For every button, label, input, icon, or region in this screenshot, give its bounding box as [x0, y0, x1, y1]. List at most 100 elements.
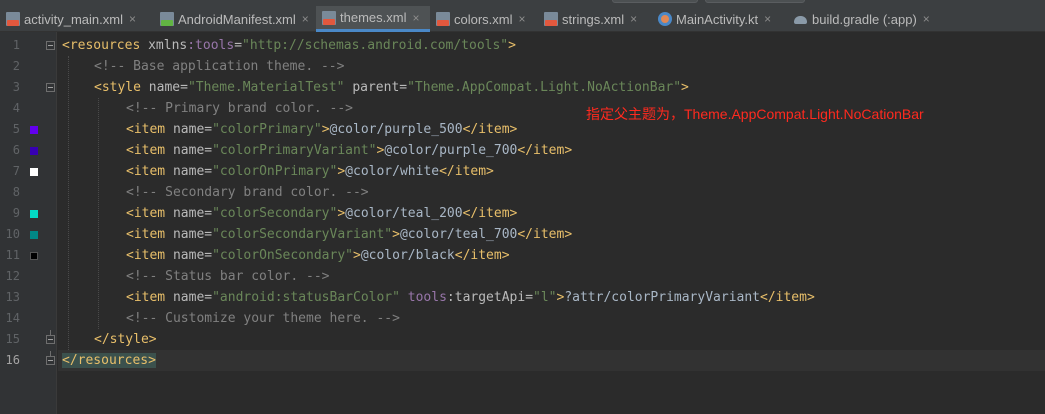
code-token: "colorPrimary"	[212, 122, 322, 137]
code-token: <style	[94, 80, 149, 95]
code-token: >	[321, 122, 330, 137]
code-line[interactable]: <resources xmlns:tools="http://schemas.a…	[58, 35, 1045, 56]
line-number: 4	[12, 101, 20, 115]
tab-activity-main-xml[interactable]: activity_main.xml ×	[0, 6, 154, 32]
code-token: :targetApi=	[446, 290, 534, 305]
line-number: 13	[5, 290, 20, 304]
color-swatch-icon[interactable]	[30, 168, 38, 176]
color-swatch-icon[interactable]	[30, 231, 38, 239]
toolbar-button-fragment[interactable]	[612, 0, 698, 3]
tab-main-activity-kt[interactable]: MainActivity.kt ×	[652, 6, 788, 32]
code-token: =	[234, 38, 243, 53]
xml-file-icon	[6, 12, 20, 26]
color-swatch-icon[interactable]	[30, 210, 38, 218]
line-number: 7	[12, 164, 20, 178]
code-token: "colorOnPrimary"	[212, 164, 338, 179]
code-token: name=	[172, 290, 213, 305]
line-number: 2	[12, 59, 20, 73]
line-number: 12	[5, 269, 20, 283]
close-icon[interactable]: ×	[764, 12, 771, 26]
code-token: @color/teal_200	[345, 206, 463, 221]
tab-label: colors.xml	[454, 11, 513, 27]
code-token: >	[392, 227, 400, 242]
tab-label: AndroidManifest.xml	[178, 11, 296, 27]
code-token: name=	[148, 80, 188, 95]
close-icon[interactable]: ×	[412, 11, 419, 25]
xml-file-icon	[544, 12, 558, 26]
code-token: <!-- Customize your theme here. -->	[126, 311, 400, 326]
code-line[interactable]: <item name="colorPrimaryVariant">@color/…	[58, 140, 1045, 161]
code-token: "colorPrimaryVariant"	[212, 143, 377, 158]
code-token: <!-- Secondary brand color. -->	[126, 185, 369, 200]
tab-colors-xml[interactable]: colors.xml ×	[430, 6, 538, 32]
code-token: <!-- Primary brand color. -->	[126, 101, 353, 116]
code-token: </style>	[94, 332, 157, 347]
tab-strings-xml[interactable]: strings.xml ×	[538, 6, 652, 32]
code-line[interactable]: </style>	[58, 329, 1045, 350]
tab-label: strings.xml	[562, 11, 625, 27]
code-line[interactable]: </resources>	[58, 350, 1045, 371]
tab-android-manifest-xml[interactable]: AndroidManifest.xml ×	[154, 6, 316, 32]
fold-start-icon[interactable]	[46, 83, 55, 92]
code-line[interactable]: <!-- Customize your theme here. -->	[58, 308, 1045, 329]
code-token: parent=	[352, 80, 408, 95]
fold-end-icon[interactable]	[46, 351, 55, 365]
gradle-file-icon	[794, 12, 808, 26]
tab-label: build.gradle (:app)	[812, 11, 917, 27]
code-token: </item>	[760, 290, 815, 305]
tab-build-gradle-app[interactable]: build.gradle (:app) ×	[788, 6, 944, 32]
tab-themes-xml[interactable]: themes.xml ×	[316, 6, 430, 32]
color-swatch-icon[interactable]	[30, 147, 38, 155]
manifest-file-icon	[160, 12, 174, 26]
code-token: >	[353, 248, 361, 263]
code-token: ?attr/colorPrimaryVariant	[564, 290, 760, 305]
code-token: "http://schemas.android.com/tools"	[242, 38, 509, 53]
color-swatch-icon[interactable]	[30, 252, 38, 260]
fold-end-icon[interactable]	[46, 330, 55, 344]
code-token: </item>	[517, 143, 573, 158]
code-token: name=	[172, 248, 213, 263]
code-token: </item>	[462, 122, 518, 137]
editor-gutter: 1 2 3 4 5 6 7 8 9 10 11 12 13 14 15 16	[0, 32, 57, 414]
code-line[interactable]: <item name="colorOnPrimary">@color/white…	[58, 161, 1045, 182]
code-line[interactable]: <item name="colorSecondary">@color/teal_…	[58, 203, 1045, 224]
code-token: </item>	[439, 164, 494, 179]
tab-label: MainActivity.kt	[676, 11, 759, 27]
line-number: 1	[12, 38, 20, 52]
code-line[interactable]: <!-- Base application theme. -->	[58, 56, 1045, 77]
code-line[interactable]: <!-- Secondary brand color. -->	[58, 182, 1045, 203]
code-token: name=	[172, 164, 213, 179]
tab-label: activity_main.xml	[24, 11, 123, 27]
color-swatch-icon[interactable]	[30, 126, 38, 134]
code-line[interactable]: <item name="android:statusBarColor" tool…	[58, 287, 1045, 308]
code-line[interactable]: <style name="Theme.MaterialTest" parent=…	[58, 77, 1045, 98]
close-icon[interactable]: ×	[129, 12, 136, 26]
code-token: "android:statusBarColor"	[212, 290, 408, 305]
code-token: <item	[126, 206, 173, 221]
code-token: @color/purple_500	[329, 122, 463, 137]
close-icon[interactable]: ×	[302, 12, 309, 26]
close-icon[interactable]: ×	[923, 12, 930, 26]
line-number: 14	[5, 311, 20, 325]
code-token: name=	[172, 227, 213, 242]
close-icon[interactable]: ×	[519, 12, 526, 26]
code-token: </item>	[454, 248, 510, 263]
code-line[interactable]: <item name="colorOnSecondary">@color/bla…	[58, 245, 1045, 266]
code-token: :tools	[187, 38, 235, 53]
fold-start-icon[interactable]	[46, 41, 55, 50]
line-number: 11	[5, 248, 20, 262]
code-editor[interactable]: <resources xmlns:tools="http://schemas.a…	[58, 32, 1045, 414]
editor-tab-bar: activity_main.xml × AndroidManifest.xml …	[0, 0, 1045, 32]
toolbar-button-fragment[interactable]	[705, 0, 805, 3]
code-token: "Theme.MaterialTest"	[187, 80, 353, 95]
close-icon[interactable]: ×	[630, 12, 637, 26]
code-token: @color/white	[345, 164, 440, 179]
code-token: <item	[126, 122, 173, 137]
code-token: <item	[126, 248, 173, 263]
code-token: <item	[126, 143, 173, 158]
code-token: @color/teal_700	[399, 227, 518, 242]
code-line[interactable]: <item name="colorSecondaryVariant">@colo…	[58, 224, 1045, 245]
xml-file-icon	[436, 12, 450, 26]
code-line[interactable]: <!-- Status bar color. -->	[58, 266, 1045, 287]
line-number: 5	[12, 122, 20, 136]
